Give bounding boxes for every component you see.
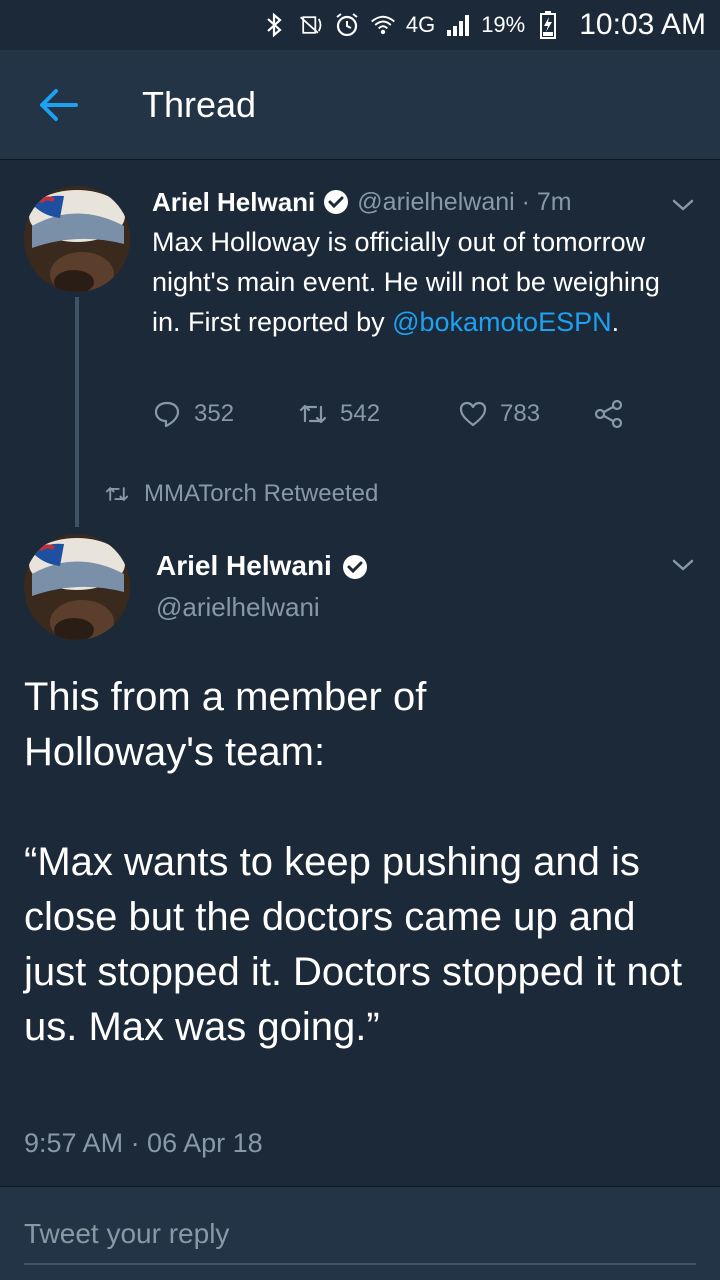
nfc-icon (298, 12, 324, 38)
retweet-icon (299, 404, 327, 424)
status-bar: 4G 19% 10:03 AM (0, 0, 720, 50)
wifi-icon (370, 12, 396, 38)
thread-connector-line (75, 297, 79, 527)
author-handle: @arielhelwani (156, 592, 320, 622)
tweet-actions: 352 542 783 (152, 392, 624, 436)
avatar[interactable] (24, 186, 130, 292)
like-button[interactable]: 783 (458, 399, 594, 429)
tweet-parent[interactable]: Ariel Helwani @arielhelwani · 7m Max Hol… (0, 160, 720, 520)
chevron-down-icon (672, 199, 694, 211)
reply-icon (154, 401, 180, 428)
tweet-text: This from a member of Holloway's team: “… (24, 675, 683, 1049)
heart-icon (459, 401, 487, 427)
retweeted-context[interactable]: MMATorch Retweeted (104, 476, 378, 512)
like-count: 783 (500, 400, 541, 427)
bluetooth-icon (262, 12, 288, 38)
battery-percent: 19% (481, 12, 526, 37)
page-title: Thread (142, 83, 257, 125)
tweet-text-end: . (611, 307, 620, 337)
tweet-author-row: Ariel Helwani (156, 550, 368, 582)
retweet-count: 542 (340, 400, 381, 427)
author-name[interactable]: Ariel Helwani (152, 187, 315, 218)
verified-badge-icon (323, 189, 349, 215)
share-button[interactable] (594, 399, 624, 429)
tweet-timestamp: 9:57 AM · 06 Apr 18 (24, 1128, 263, 1158)
arrow-left-icon (40, 88, 78, 121)
tweet-menu-button[interactable] (668, 550, 698, 580)
signal-icon (445, 12, 471, 38)
avatar[interactable] (24, 534, 130, 640)
chevron-down-icon (672, 559, 694, 571)
reply-button[interactable]: 352 (152, 399, 298, 429)
share-icon (594, 399, 623, 429)
reply-bar (0, 1186, 720, 1280)
tweet-header: Ariel Helwani @arielhelwani · 7m (152, 182, 572, 222)
tweet-main: Ariel Helwani @arielhelwani This from a … (0, 520, 720, 1185)
retweet-icon (105, 487, 129, 501)
verified-badge-icon (342, 553, 368, 579)
app-bar: Thread (0, 50, 720, 160)
retweet-button[interactable]: 542 (298, 399, 458, 429)
alarm-icon (334, 12, 360, 38)
reply-count: 352 (194, 400, 235, 427)
clock: 10:03 AM (579, 8, 706, 41)
reply-input[interactable] (24, 1205, 696, 1265)
mention-link[interactable]: @bokamotoESPN (392, 307, 612, 337)
retweeted-label: MMATorch Retweeted (144, 480, 379, 507)
back-button[interactable] (18, 65, 98, 145)
tweet-menu-button[interactable] (668, 190, 698, 220)
tweet-text: Max Holloway is officially out of tomorr… (152, 222, 692, 342)
author-handle-time: @arielhelwani · 7m (357, 187, 572, 216)
network-type: 4G (405, 12, 436, 37)
author-name[interactable]: Ariel Helwani (156, 550, 332, 582)
battery-charging-icon (535, 11, 561, 39)
